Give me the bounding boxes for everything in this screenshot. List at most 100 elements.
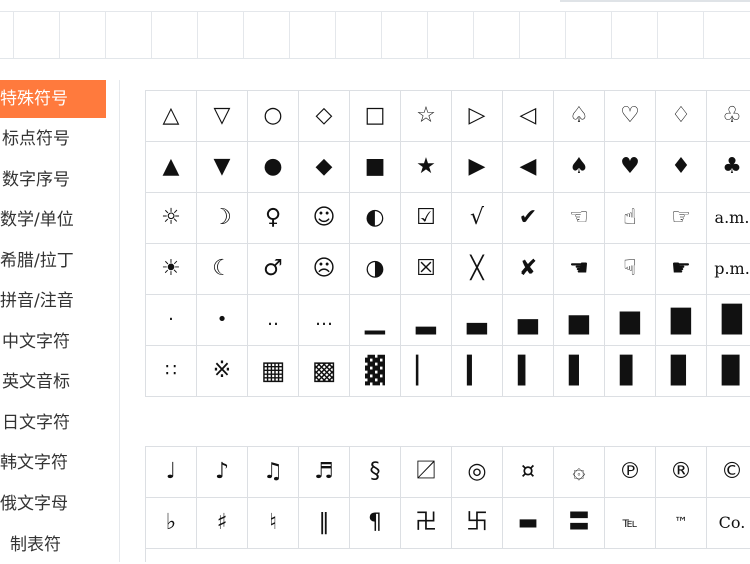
symbol-cell[interactable]: █ [707, 295, 750, 346]
symbol-cell[interactable]: ◎ [452, 447, 503, 498]
symbol-cell[interactable]: ✘ [503, 244, 554, 295]
symbol-cell[interactable]: ☒ [401, 244, 452, 295]
symbol-cell[interactable]: ☝ [605, 193, 656, 244]
symbol-cell[interactable]: ☑ [401, 193, 452, 244]
symbol-cell[interactable]: a.m. [707, 193, 750, 244]
symbol-cell[interactable]: 卍 [401, 498, 452, 549]
symbol-cell[interactable]: ♧ [707, 91, 750, 142]
symbol-cell[interactable]: ◇ [299, 91, 350, 142]
sidebar-item-pinyin[interactable]: 拼音/注音 [0, 282, 106, 320]
symbol-cell[interactable]: Co. [707, 498, 750, 549]
symbol-cell[interactable]: ۞ [554, 447, 605, 498]
symbol-cell[interactable]: ☾ [197, 244, 248, 295]
symbol-cell[interactable]: ¶ [350, 498, 401, 549]
symbol-cell[interactable]: ✔ [503, 193, 554, 244]
symbol-cell[interactable]: √ [452, 193, 503, 244]
symbol-cell[interactable]: ♀ [248, 193, 299, 244]
symbol-cell[interactable]: △ [146, 91, 197, 142]
sidebar-item-japanese-chars[interactable]: 日文字符 [0, 404, 108, 442]
symbol-cell[interactable]: ♦ [656, 142, 707, 193]
symbol-cell[interactable]: ▷ [452, 91, 503, 142]
sidebar-item-russian-letters[interactable]: 俄文字母 [0, 485, 106, 523]
symbol-cell[interactable]: ▊ [656, 346, 707, 396]
symbol-cell[interactable]: ☀ [146, 244, 197, 295]
symbol-cell[interactable]: ● [248, 142, 299, 193]
symbol-cell[interactable]: ☽ [197, 193, 248, 244]
symbol-cell[interactable]: ♠ [554, 142, 605, 193]
symbol-cell[interactable]: ▆ [605, 295, 656, 346]
symbol-cell[interactable]: ℡ [605, 498, 656, 549]
symbol-cell[interactable]: ▋ [605, 346, 656, 396]
symbol-cell[interactable]: ▌ [554, 346, 605, 396]
sidebar-item-special-symbols[interactable]: 特殊符号 [0, 80, 106, 118]
symbol-cell[interactable]: ■ [350, 142, 401, 193]
symbol-cell[interactable]: □ [350, 91, 401, 142]
symbol-cell[interactable]: ▅ [554, 295, 605, 346]
sidebar-item-punctuation[interactable]: 标点符号 [0, 120, 108, 158]
sidebar-item-math-units[interactable]: 数学/单位 [0, 201, 106, 239]
symbol-cell[interactable]: ▃ [452, 295, 503, 346]
sidebar-item-box-drawing[interactable]: 制表符 [0, 526, 116, 564]
symbol-cell[interactable]: ☹ [299, 244, 350, 295]
symbol-cell[interactable]: ♣ [707, 142, 750, 193]
symbol-cell[interactable]: ▏ [401, 346, 452, 396]
symbol-cell[interactable]: · [146, 295, 197, 346]
symbol-cell[interactable]: ▂ [401, 295, 452, 346]
symbol-cell[interactable]: ◑ [350, 244, 401, 295]
symbol-cell[interactable]: ♢ [656, 91, 707, 142]
symbol-cell[interactable]: 〓 [554, 498, 605, 549]
symbol-cell[interactable]: ☚ [554, 244, 605, 295]
sidebar-item-chinese-chars[interactable]: 中文字符 [0, 323, 108, 361]
symbol-cell[interactable]: ▁ [350, 295, 401, 346]
symbol-cell[interactable]: ∷ [146, 346, 197, 396]
symbol-cell[interactable]: ♯ [197, 498, 248, 549]
symbol-cell[interactable]: ♬ [299, 447, 350, 498]
symbol-cell[interactable]: … [299, 295, 350, 346]
symbol-cell[interactable]: ♫ [248, 447, 299, 498]
symbol-cell[interactable]: ♡ [605, 91, 656, 142]
symbol-cell[interactable]: ‖ [299, 498, 350, 549]
symbol-cell[interactable]: § [350, 447, 401, 498]
symbol-cell[interactable]: ▬ [503, 498, 554, 549]
sidebar-item-greek-latin[interactable]: 希腊/拉丁 [0, 242, 106, 280]
symbol-cell[interactable]: ♭ [146, 498, 197, 549]
symbol-cell[interactable]: ▼ [197, 142, 248, 193]
symbol-cell[interactable]: ‥ [248, 295, 299, 346]
symbol-cell[interactable]: ◁ [503, 91, 554, 142]
symbol-cell[interactable]: ▲ [146, 142, 197, 193]
symbol-cell[interactable]: ♂ [248, 244, 299, 295]
symbol-cell[interactable]: ▄ [503, 295, 554, 346]
symbol-cell[interactable]: ☜ [554, 193, 605, 244]
symbol-cell[interactable]: ☞ [656, 193, 707, 244]
symbol-cell[interactable]: ♩ [146, 447, 197, 498]
sidebar-item-number-sequence[interactable]: 数字序号 [0, 161, 108, 199]
symbol-cell[interactable]: ♪ [197, 447, 248, 498]
symbol-cell[interactable]: ™ [656, 498, 707, 549]
symbol-cell[interactable]: ▽ [197, 91, 248, 142]
symbol-cell[interactable]: ◀ [503, 142, 554, 193]
symbol-cell[interactable]: • [197, 295, 248, 346]
symbol-cell[interactable]: ¤ [503, 447, 554, 498]
symbol-cell[interactable]: ▓ [350, 346, 401, 396]
symbol-cell[interactable]: ▦ [248, 346, 299, 396]
symbol-cell[interactable]: ▩ [299, 346, 350, 396]
symbol-cell[interactable]: ☆ [401, 91, 452, 142]
symbol-cell[interactable]: ╳ [452, 244, 503, 295]
symbol-cell[interactable]: ▎ [452, 346, 503, 396]
symbol-cell[interactable]: ☺ [299, 193, 350, 244]
symbol-cell[interactable]: ☼ [146, 193, 197, 244]
symbol-cell[interactable]: ▉ [707, 346, 750, 396]
symbol-cell[interactable]: ◐ [350, 193, 401, 244]
symbol-cell[interactable]: ※ [197, 346, 248, 396]
symbol-cell[interactable]: ☟ [605, 244, 656, 295]
symbol-cell[interactable]: ▇ [656, 295, 707, 346]
symbol-cell[interactable]: ◆ [299, 142, 350, 193]
symbol-cell[interactable]: 〼 [401, 447, 452, 498]
symbol-cell[interactable]: ♮ [248, 498, 299, 549]
sidebar-item-english-phonetics[interactable]: 英文音标 [0, 363, 108, 401]
symbol-cell[interactable]: ♥ [605, 142, 656, 193]
symbol-cell[interactable]: ♤ [554, 91, 605, 142]
symbol-cell[interactable]: 卐 [452, 498, 503, 549]
symbol-cell[interactable]: ℗ [605, 447, 656, 498]
symbol-cell[interactable]: ○ [248, 91, 299, 142]
